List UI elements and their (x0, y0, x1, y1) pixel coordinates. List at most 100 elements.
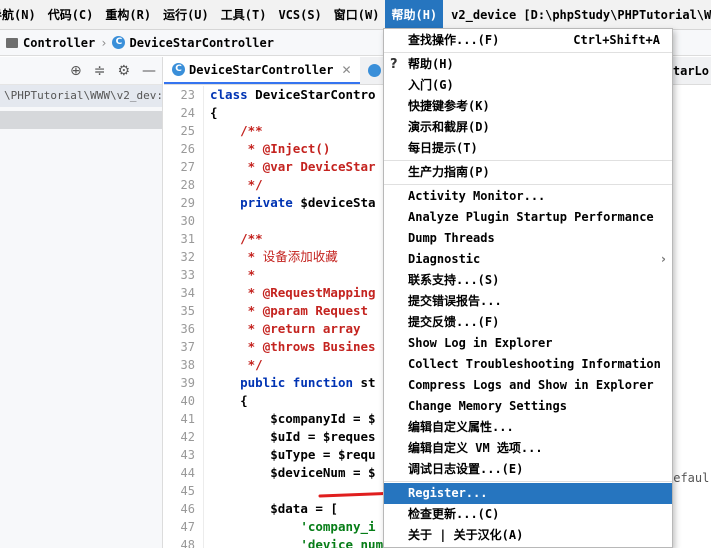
folder-icon (6, 37, 18, 48)
menu-vcs[interactable]: VCS(S) (272, 0, 327, 30)
line-gutter: 23 24 25 26 27 28 29 30 31 32 33 34 35 3… (164, 86, 204, 548)
line-number: 45 (180, 484, 195, 498)
menu-item-getting-started[interactable]: 入门(G) (384, 75, 672, 96)
comment: * (240, 339, 263, 354)
line-number: 38 (180, 358, 195, 372)
comment: */ (240, 177, 263, 192)
minimize-icon[interactable]: — (142, 64, 156, 78)
tab-label: DeviceStarController (189, 62, 334, 77)
locate-icon[interactable]: ⊕ (70, 64, 82, 78)
menu-item-productivity-guide[interactable]: 生产力指南(P) (384, 162, 672, 183)
comment: 设备添加收藏 (262, 249, 338, 264)
comment: * (240, 249, 263, 264)
line-number: 26 (180, 142, 195, 156)
annotation: @return (262, 321, 316, 336)
menu-help[interactable]: 帮助(H) (385, 0, 444, 30)
menu-item-submit-feedback[interactable]: 提交反馈...(F) (384, 312, 672, 333)
class-icon: C (112, 36, 126, 49)
comment: array (315, 321, 361, 336)
menu-item-analyze-plugin[interactable]: Analyze Plugin Startup Performance (384, 207, 672, 228)
menu-item-edit-vm-options[interactable]: 编辑自定义 VM 选项... (384, 438, 672, 459)
string-literal: 'device_num' (300, 537, 391, 548)
collapse-icon[interactable]: ≑ (94, 64, 106, 78)
comment: Busines (315, 339, 376, 354)
menu-item-register[interactable]: Register... (384, 483, 672, 504)
menu-refactor[interactable]: 重构(R) (99, 0, 157, 30)
tab-devicestarcontroller[interactable]: C DeviceStarController ✕ (164, 57, 360, 84)
line-number: 32 (180, 250, 195, 264)
gear-icon[interactable]: ⚙ (117, 64, 130, 78)
breadcrumb-file[interactable]: DeviceStarController (129, 36, 274, 50)
line-number: 34 (180, 286, 195, 300)
menu-item-submit-bug[interactable]: 提交错误报告... (384, 291, 672, 312)
comment: * (240, 321, 263, 336)
code-text: st (353, 375, 376, 390)
project-panel: ⊕ ≑ ⚙ — \PHPTutorial\WWW\v2_dev: (0, 57, 163, 548)
menu-item-change-memory[interactable]: Change Memory Settings (384, 396, 672, 417)
menu-item-about[interactable]: 关于 | 关于汉化(A) (384, 525, 672, 546)
menu-tools[interactable]: 工具(T) (215, 0, 273, 30)
code-text: = [ (307, 501, 338, 516)
close-icon[interactable]: ✕ (342, 63, 352, 77)
menu-item-shortcut: Ctrl+Shift+A (573, 33, 660, 47)
help-icon: ? (390, 57, 398, 72)
annotation: @param (262, 303, 308, 318)
line-number: 30 (180, 214, 195, 228)
code-text: = $ (345, 411, 376, 426)
menu-item-help[interactable]: ? 帮助(H) (384, 54, 672, 75)
comment: DeviceStar (292, 159, 376, 174)
line-number: 27 (180, 160, 195, 174)
menu-item-debug-log-settings[interactable]: 调试日志设置...(E) (384, 459, 672, 480)
menu-item-tip-of-day[interactable]: 每日提示(T) (384, 138, 672, 159)
menu-item-find-action[interactable]: 查找操作...(F) Ctrl+Shift+A (384, 30, 672, 51)
menu-item-show-log[interactable]: Show Log in Explorer (384, 333, 672, 354)
variable: $uId (270, 429, 301, 444)
line-number: 37 (180, 340, 195, 354)
menu-item-edit-properties[interactable]: 编辑自定义属性... (384, 417, 672, 438)
variable: $deviceNum (270, 465, 346, 480)
line-number: 31 (180, 232, 195, 246)
variable: $uType (270, 447, 316, 462)
line-number: 33 (180, 268, 195, 282)
menu-item-compress-logs[interactable]: Compress Logs and Show in Explorer (384, 375, 672, 396)
line-number: 23 (180, 88, 195, 102)
comment: * (240, 303, 263, 318)
comment: * (240, 141, 263, 156)
menu-item-dump-threads[interactable]: Dump Threads (384, 228, 672, 249)
comment: * (240, 285, 263, 300)
line-number: 43 (180, 448, 195, 462)
comment: * (240, 267, 256, 282)
menu-item-label: 帮助(H) (408, 57, 454, 71)
code-text: = $ (345, 465, 376, 480)
menu-item-keymap-reference[interactable]: 快捷键参考(K) (384, 96, 672, 117)
line-number: 28 (180, 178, 195, 192)
menu-item-check-updates[interactable]: 检查更新...(C) (384, 504, 672, 525)
code-text: = $reques (300, 429, 376, 444)
menu-window[interactable]: 窗口(W) (328, 0, 386, 30)
menu-navigate[interactable]: 导航(N) (0, 0, 42, 30)
line-number: 46 (180, 502, 195, 516)
line-number: 24 (180, 106, 195, 120)
breadcrumb-folder[interactable]: Controller (23, 36, 95, 50)
menu-item-collect-troubleshooting[interactable]: Collect Troubleshooting Information (384, 354, 672, 375)
class-icon (367, 64, 381, 77)
line-number: 35 (180, 304, 195, 318)
project-path[interactable]: \PHPTutorial\WWW\v2_dev: (0, 85, 162, 107)
line-number: 42 (180, 430, 195, 444)
menu-code[interactable]: 代码(C) (42, 0, 100, 30)
menu-item-diagnostic[interactable]: Diagnostic › (384, 249, 672, 270)
line-number: 39 (180, 376, 195, 390)
annotation: @var (262, 159, 293, 174)
menu-item-demos[interactable]: 演示和截屏(D) (384, 117, 672, 138)
variable: $data (270, 501, 308, 516)
selected-tree-row[interactable] (0, 111, 162, 129)
keyword: public function (240, 375, 353, 390)
menu-run[interactable]: 运行(U) (157, 0, 215, 30)
line-number: 44 (180, 466, 195, 480)
menu-item-contact-support[interactable]: 联系支持...(S) (384, 270, 672, 291)
menu-item-activity-monitor[interactable]: Activity Monitor... (384, 186, 672, 207)
class-icon: C (172, 63, 185, 76)
line-number: 48 (180, 538, 195, 548)
keyword: class (210, 87, 248, 102)
menu-separator (384, 481, 672, 482)
